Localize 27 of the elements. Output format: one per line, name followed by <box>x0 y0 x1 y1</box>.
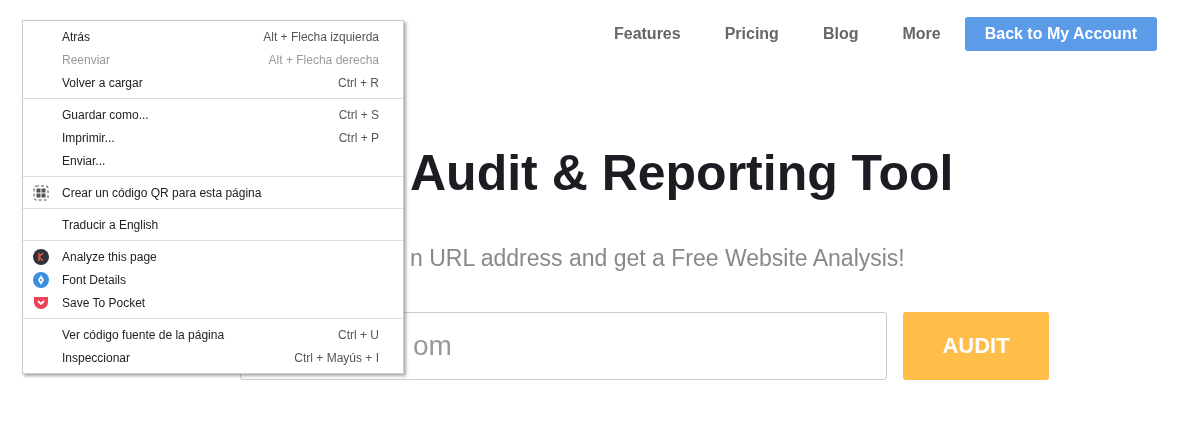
menu-item[interactable]: Traducir a English <box>23 213 403 236</box>
nav-link[interactable]: Blog <box>822 22 859 46</box>
nav-link[interactable]: Pricing <box>724 22 779 46</box>
shortcut-label: Ctrl + Mayús + I <box>294 349 379 367</box>
menu-item[interactable]: Guardar como... Ctrl + S <box>23 103 403 126</box>
menu-item[interactable]: Imprimir... Ctrl + P <box>23 126 403 149</box>
shortcut-label: Alt + Flecha izquierda <box>263 28 379 46</box>
pen-nib-icon <box>33 271 49 288</box>
menu-item[interactable]: Analyze this page <box>23 245 403 268</box>
page-title: Audit & Reporting Tool <box>410 148 955 198</box>
menu-item[interactable]: Save To Pocket <box>23 291 403 314</box>
menu-item[interactable]: Enviar... <box>23 149 403 172</box>
nav-link[interactable]: More <box>902 22 941 46</box>
pocket-icon <box>33 294 49 311</box>
menu-item[interactable]: Crear un código QR para esta página <box>23 181 403 204</box>
shortcut-label: Ctrl + P <box>338 129 379 147</box>
page-subtitle: n URL address and get a Free Website Analysis! <box>410 244 906 273</box>
qr-code-icon <box>33 184 49 201</box>
shortcut-label: Ctrl + S <box>338 106 379 124</box>
shortcut-label: Ctrl + R <box>338 74 379 92</box>
menu-item[interactable]: Atrás Alt + Flecha izquierda <box>23 25 403 48</box>
menu-item[interactable]: Volver a cargar Ctrl + R <box>23 71 403 94</box>
shortcut-label: Ctrl + U <box>338 326 379 344</box>
nav-link[interactable]: Features <box>613 22 681 46</box>
menu-item[interactable]: Font Details <box>23 268 403 291</box>
shortcut-label: Alt + Flecha derecha <box>268 51 379 69</box>
k-logo-icon <box>33 248 49 265</box>
